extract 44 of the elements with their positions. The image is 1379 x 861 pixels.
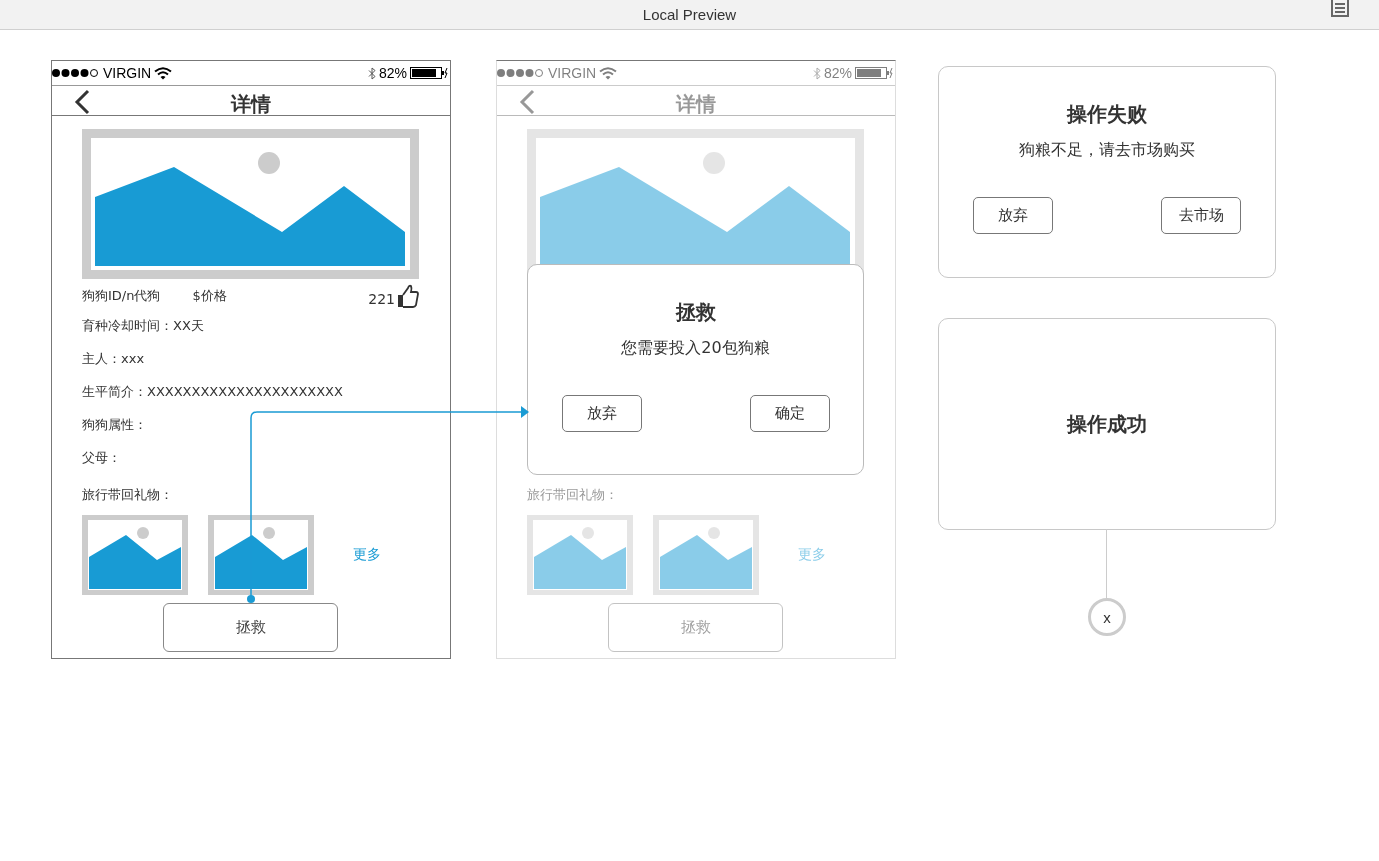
- battery-label: 82%: [823, 65, 852, 81]
- carrier-label: VIRGIN: [548, 65, 597, 81]
- battery-icon: [855, 67, 893, 79]
- card-button[interactable]: 去市场: [1161, 197, 1241, 234]
- document-icon[interactable]: [1331, 0, 1349, 17]
- dialog-button[interactable]: 确定: [749, 395, 830, 432]
- gifts-label: 旅行带回礼物：: [527, 486, 619, 504]
- image-placeholder-icon: [82, 129, 419, 279]
- wifi-icon: [599, 66, 618, 80]
- dialog-title: 拯救: [675, 299, 716, 326]
- image-placeholder-icon: [527, 515, 633, 595]
- signal-icon: [497, 68, 545, 78]
- gifts-label: 旅行带回礼物：: [82, 486, 174, 504]
- card-title: 操作成功: [1067, 410, 1147, 438]
- battery-label: 82%: [378, 65, 407, 81]
- carrier-label: VIRGIN: [103, 65, 152, 81]
- card-message: 狗粮不足，请去市场购买: [1019, 140, 1195, 161]
- like-count: 221: [368, 291, 395, 307]
- detail-field: 父母：: [82, 441, 450, 474]
- back-icon[interactable]: [74, 89, 90, 115]
- dog-id-label: 狗狗ID/n代狗: [82, 287, 161, 305]
- close-button[interactable]: x: [1088, 598, 1126, 636]
- card-title: 操作失败: [1067, 101, 1147, 128]
- price-label: $价格: [192, 287, 227, 305]
- bluetooth-icon: [367, 66, 376, 80]
- bluetooth-icon: [812, 66, 821, 80]
- wifi-icon: [154, 66, 173, 80]
- thumbs-up-icon[interactable]: [397, 284, 419, 308]
- screen-title: 详情: [676, 91, 716, 118]
- card-button[interactable]: 放弃: [973, 197, 1053, 234]
- window-title: Local Preview: [642, 6, 737, 23]
- detail-field: 狗狗属性：: [82, 408, 450, 441]
- battery-icon: [410, 67, 448, 79]
- dialog-message: 您需要投入20包狗粮: [621, 338, 770, 359]
- signal-icon: [52, 68, 100, 78]
- detail-field: 生平简介：XXXXXXXXXXXXXXXXXXXXXX: [82, 375, 450, 408]
- image-placeholder-icon: [653, 515, 759, 595]
- rescue-button[interactable]: 拯救: [163, 603, 338, 652]
- screen-title: 详情: [231, 91, 271, 118]
- dialog-button[interactable]: 放弃: [561, 395, 642, 432]
- detail-field: 育种冷却时间：XX天: [82, 309, 450, 342]
- image-placeholder-icon: [208, 515, 314, 595]
- detail-field: 主人：xxx: [82, 342, 450, 375]
- image-placeholder-icon: [82, 515, 188, 595]
